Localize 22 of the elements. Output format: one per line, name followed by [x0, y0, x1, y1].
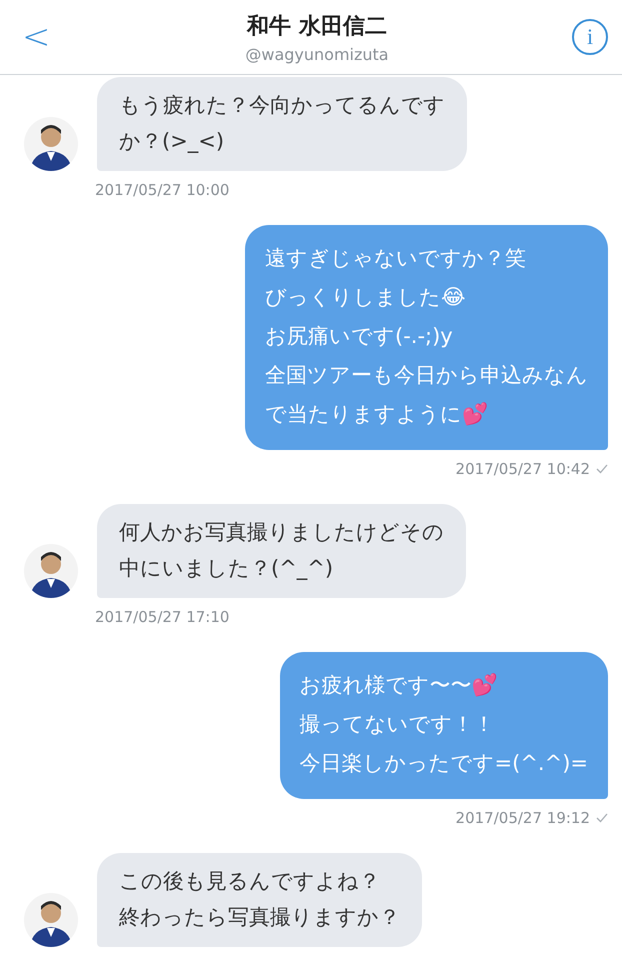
message-time: 2017/05/27 10:42 [456, 460, 590, 478]
chat-title: 和牛 水田信二 [247, 12, 387, 40]
message-text: 全国ツアーも今日から申込みなん [265, 362, 588, 389]
message-text: びっくりしました😂 [265, 284, 467, 311]
message-text: この後も見るんですよね？ [119, 868, 381, 895]
message-text: か？(>_<) [119, 128, 226, 155]
message-time: 2017/05/27 17:10 [95, 608, 230, 626]
message-text: もう疲れた？今向かってるんです [119, 92, 445, 119]
user-handle: @wagyunomizuta [245, 44, 389, 64]
info-button[interactable]: i [572, 19, 608, 55]
message-text: お疲れ様です〜〜💕 [300, 672, 499, 699]
message-text: 撮ってないです！！ [300, 711, 496, 738]
message-text: 何人かお写真撮りましたけどその [119, 519, 444, 546]
message-text: で当たりますように💕 [265, 401, 489, 428]
message-text: お尻痛いです(-.-;)y [265, 323, 454, 350]
back-button[interactable]: < [22, 20, 62, 54]
message-text: 今日楽しかったです=(^.^)= [300, 750, 588, 777]
message-time: 2017/05/27 19:12 [456, 809, 590, 827]
message-text: 終わったら写真撮りますか？ [119, 904, 400, 931]
message-time: 2017/05/27 10:00 [95, 181, 230, 199]
message-text: 中にいました？(^_^) [119, 555, 334, 582]
message-text: 遠すぎじゃないですか？笑 [265, 245, 527, 272]
